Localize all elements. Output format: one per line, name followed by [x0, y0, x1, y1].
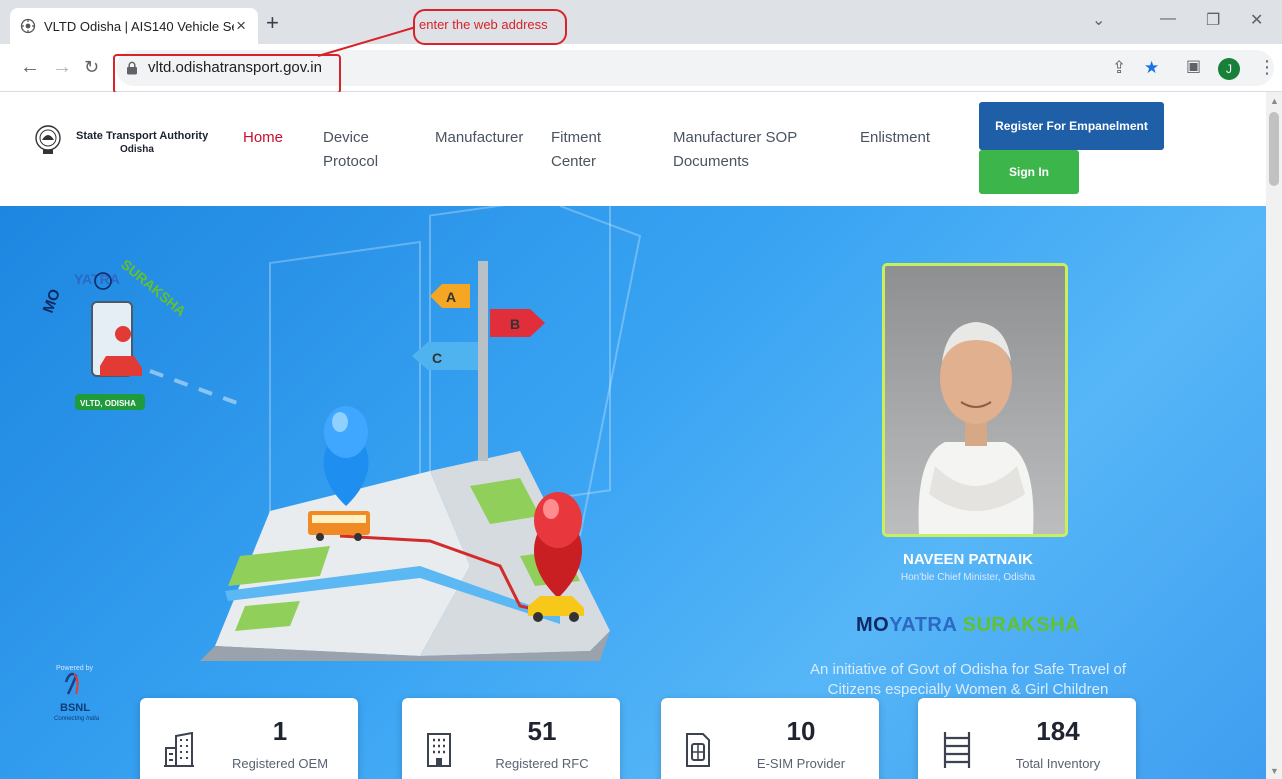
stat-value: 10 — [786, 716, 816, 746]
svg-text:A: A — [446, 289, 456, 305]
svg-text:YATRA: YATRA — [74, 271, 120, 287]
nav-enlistment-label: Enlistment — [860, 129, 931, 146]
portrait-illustration — [918, 322, 1034, 534]
bsnl-label: BSNL — [60, 702, 90, 714]
stat-card-rfc[interactable]: 51 Registered RFC — [402, 698, 620, 779]
chief-minister-portrait — [882, 263, 1068, 537]
tagline-part-yatra: YATRA — [889, 614, 957, 636]
initiative-text: An initiative of Govt of Odisha for Safe… — [772, 660, 1164, 700]
svg-text:C: C — [432, 350, 442, 366]
nav-home[interactable]: Home — [243, 126, 283, 150]
stat-card-inventory[interactable]: 184 Total Inventory — [918, 698, 1136, 779]
register-empanelment-button[interactable]: Register For Empanelment — [979, 102, 1164, 150]
nav-device-protocol-label-line2: Protocol — [323, 153, 379, 170]
stat-label: Registered OEM — [231, 756, 329, 771]
stat-label: Total Inventory — [1015, 756, 1101, 771]
svg-text:VLTD, ODISHA: VLTD, ODISHA — [80, 399, 136, 408]
svg-text:MO: MO — [40, 287, 64, 316]
stat-value: 184 — [1036, 716, 1080, 746]
nav-enlistment[interactable]: Enlistment — [860, 126, 930, 150]
stat-value: 1 — [272, 716, 288, 746]
stat-card-esim[interactable]: 10 E-SIM Provider — [661, 698, 879, 779]
nav-manufacturer[interactable]: Manufacturer — [435, 126, 523, 150]
nav-manufacturer-label: Manufacturer — [435, 129, 524, 146]
stat-value: 51 — [527, 716, 557, 746]
hero-banner: A B C MO YATRA SURAKSHA VLTD, ODISHA NAV… — [0, 206, 1266, 779]
building-icon — [164, 732, 194, 767]
annotation-callout: enter the web address — [413, 9, 567, 45]
tagline-part-mo: MO — [856, 614, 890, 636]
stat-card-oem[interactable]: 1 Registered OEM — [140, 698, 358, 779]
svg-text:B: B — [510, 316, 520, 332]
nav-fitment-center-label-line2: Center — [551, 153, 597, 170]
annotation-connector — [317, 26, 417, 57]
ladder-icon — [943, 732, 971, 768]
brand-subtitle: Odisha — [120, 144, 154, 155]
initiative-line-2: Citizens especially Women & Girl Childre… — [827, 681, 1109, 698]
nav-fitment-center[interactable]: Fitment Center — [551, 126, 601, 174]
moyatra-suraksha-tagline: MOYATRA SURAKSHA — [790, 614, 1146, 637]
sign-in-button[interactable]: Sign In — [979, 150, 1079, 194]
bsnl-logo — [64, 672, 79, 695]
person-title: Hon'ble Chief Minister, Odisha — [900, 572, 1036, 583]
site-header: State Transport Authority Odisha Home De… — [0, 92, 1266, 206]
nav-device-protocol-label: Device — [323, 129, 369, 146]
nav-home-label: Home — [243, 129, 284, 146]
nav-manufacturer-sop-label-line2: Documents — [673, 153, 749, 170]
screen: VLTD Odisha | AIS140 Vehicle Sec × + ⌄ —… — [0, 0, 1282, 779]
powered-by-label: Powered by — [56, 665, 93, 672]
moyatra-suraksha-logo: MO YATRA SURAKSHA VLTD, ODISHA — [40, 256, 189, 410]
odisha-emblem-icon[interactable] — [34, 124, 62, 156]
tagline-part-suraksha: SURAKSHA — [962, 614, 1080, 636]
nav-fitment-center-label: Fitment — [551, 129, 602, 146]
signpost-illustration: A B C — [412, 261, 545, 461]
nav-manufacturer-sop-label: Manufacturer SOP — [673, 129, 798, 146]
nav-manufacturer-sop[interactable]: Manufacturer SOP Documents — [673, 126, 797, 174]
brand-name: State Transport Authority — [76, 130, 209, 142]
scroll-down-icon[interactable]: ▼ — [1270, 766, 1279, 776]
nav-device-protocol[interactable]: Device Protocol — [323, 126, 378, 174]
sim-icon — [686, 733, 710, 767]
person-name: NAVEEN PATNAIK — [902, 551, 1033, 568]
page-scrollbar[interactable]: ▲ ▼ — [1266, 92, 1282, 779]
bsnl-tagline: Connecting India — [54, 716, 100, 722]
stat-label: Registered RFC — [495, 756, 589, 771]
scroll-up-icon[interactable]: ▲ — [1270, 96, 1279, 106]
office-icon — [427, 733, 451, 767]
initiative-line-1: An initiative of Govt of Odisha for Safe… — [810, 661, 1126, 678]
scroll-thumb[interactable] — [1269, 112, 1279, 186]
stat-label: E-SIM Provider — [756, 756, 846, 771]
